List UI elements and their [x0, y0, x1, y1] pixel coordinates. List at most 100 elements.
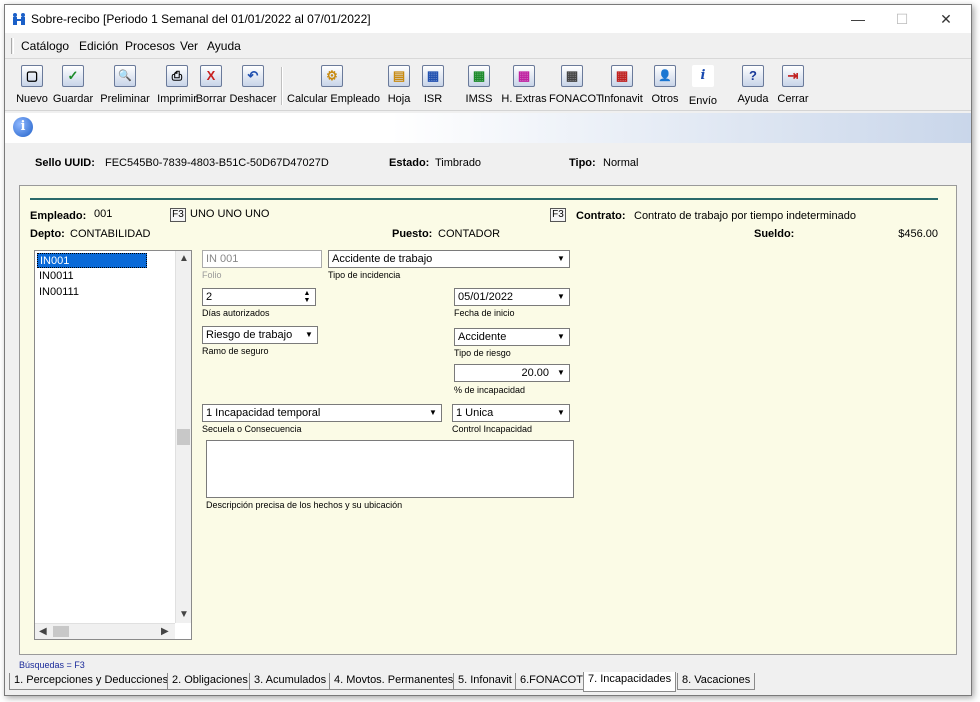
- scroll-right-icon[interactable]: ▶: [161, 626, 169, 637]
- otros-label: Otros: [651, 93, 679, 105]
- incapacidades-list[interactable]: IN001 IN0011 IN00111 ▲ ▼ ◀ ▶: [34, 250, 192, 640]
- tab-fonacot[interactable]: 6.FONACOT: [515, 673, 588, 690]
- menu-grip: [11, 38, 14, 54]
- chevron-down-icon[interactable]: ▼: [554, 366, 568, 380]
- menu-edicion[interactable]: Edición: [79, 39, 118, 53]
- tipo-incidencia-value: Accidente de trabajo: [332, 253, 433, 265]
- borrar-button[interactable]: X Borrar: [193, 63, 229, 109]
- menu-catalogo[interactable]: Catálogo: [21, 39, 69, 53]
- empleado-code[interactable]: 001: [94, 208, 112, 220]
- empleado-search-f3[interactable]: F3: [170, 208, 186, 222]
- tab-vacaciones[interactable]: 8. Vacaciones: [677, 673, 756, 690]
- scroll-down-icon[interactable]: ▼: [179, 609, 189, 620]
- toolbar: ▢ Nuevo ✓ Guardar 🔍 Preliminar ⎙ Imprimi…: [5, 61, 971, 111]
- stepper-updown-icon[interactable]: ▲ ▼: [300, 290, 314, 304]
- folio-field: IN 001: [202, 250, 322, 268]
- control-incapacidad-select[interactable]: 1 Unica ▼: [452, 404, 570, 422]
- sheet-icon: ▤: [388, 65, 410, 87]
- tab-infonavit[interactable]: 5. Infonavit: [453, 673, 517, 690]
- control-incapacidad-label: Control Incapacidad: [452, 424, 533, 434]
- incapacidad-value: 20.00: [521, 367, 549, 379]
- nuevo-label: Nuevo: [16, 93, 48, 105]
- chevron-down-icon[interactable]: ▼: [554, 290, 568, 304]
- tipo-incidencia-select[interactable]: Accidente de trabajo ▼: [328, 250, 570, 268]
- tipo-incidencia-label: Tipo de incidencia: [328, 270, 401, 280]
- minimize-button[interactable]: —: [843, 9, 873, 29]
- preview-icon: 🔍: [114, 65, 136, 87]
- isr-button[interactable]: ▦ ISR: [419, 63, 447, 109]
- calcular-empleado-label: Calcular Empleado: [287, 93, 380, 105]
- menu-procesos[interactable]: Procesos: [125, 39, 175, 53]
- list-item[interactable]: IN0011: [37, 269, 147, 284]
- control-value: 1 Unica: [456, 407, 494, 419]
- header-divider: [30, 198, 938, 200]
- infonavit-button[interactable]: ▦ Infonavit: [599, 63, 645, 109]
- envio-button[interactable]: i Envío: [687, 63, 719, 109]
- infonavit-label: Infonavit: [601, 93, 643, 105]
- close-button[interactable]: ✕: [931, 9, 961, 29]
- contrato-search-f3[interactable]: F3: [550, 208, 566, 222]
- empleado-label: Empleado:: [30, 210, 87, 222]
- infonavit-icon: ▦: [611, 65, 633, 87]
- dias-autorizados-stepper[interactable]: 2 ▲ ▼: [202, 288, 316, 306]
- info-bar: i: [5, 113, 971, 143]
- envio-label: Envío: [688, 95, 718, 107]
- deshacer-button[interactable]: ↶ Deshacer: [229, 63, 277, 109]
- hoja-button[interactable]: ▤ Hoja: [385, 63, 413, 109]
- preliminar-button[interactable]: 🔍 Preliminar: [99, 63, 151, 109]
- descripcion-textarea[interactable]: [206, 440, 574, 498]
- fecha-inicio-picker[interactable]: 05/01/2022 ▼: [454, 288, 570, 306]
- fonacot-button[interactable]: ▦ FONACOT: [549, 63, 603, 109]
- chevron-down-icon[interactable]: ▼: [302, 328, 316, 342]
- puesto-value: CONTADOR: [438, 228, 501, 240]
- secuela-select[interactable]: 1 Incapacidad temporal ▼: [202, 404, 442, 422]
- calcular-empleado-button[interactable]: ⚙ Calcular Empleado: [287, 63, 380, 109]
- menu-ayuda[interactable]: Ayuda: [207, 39, 241, 53]
- tab-movtos-permanentes[interactable]: 4. Movtos. Permanentes: [329, 673, 459, 690]
- porcentaje-incapacidad-label: % de incapacidad: [454, 385, 526, 395]
- guardar-label: Guardar: [52, 93, 94, 105]
- porcentaje-incapacidad-field[interactable]: 20.00 ▼: [454, 364, 570, 382]
- h-extras-label: H. Extras: [501, 93, 547, 105]
- chevron-down-icon[interactable]: ▼: [554, 406, 568, 420]
- contrato-value: Contrato de trabajo por tiempo indetermi…: [634, 210, 856, 222]
- h-extras-button[interactable]: ▦ H. Extras: [501, 63, 547, 109]
- tipo-riesgo-select[interactable]: Accidente ▼: [454, 328, 570, 346]
- tab-acumulados[interactable]: 3. Acumulados: [249, 673, 332, 690]
- tab-percepciones[interactable]: 1. Percepciones y Deducciones: [9, 673, 174, 690]
- hoja-label: Hoja: [387, 93, 411, 105]
- tab-obligaciones[interactable]: 2. Obligaciones: [167, 673, 253, 690]
- scroll-up-icon[interactable]: ▲: [179, 253, 189, 264]
- tab-incapacidades[interactable]: 7. Incapacidades: [583, 672, 677, 692]
- imss-button[interactable]: ▦ IMSS: [463, 63, 495, 109]
- ramo-seguro-select[interactable]: Riesgo de trabajo ▼: [202, 326, 318, 344]
- secuela-value: 1 Incapacidad temporal: [206, 407, 321, 419]
- deshacer-label: Deshacer: [229, 93, 277, 105]
- menu-ver[interactable]: Ver: [180, 39, 198, 53]
- list-item[interactable]: IN001: [37, 253, 147, 268]
- isr-icon: ▦: [422, 65, 444, 87]
- list-horizontal-scrollbar[interactable]: ◀ ▶: [35, 623, 175, 639]
- sueldo-label: Sueldo:: [754, 228, 795, 240]
- guardar-button[interactable]: ✓ Guardar: [51, 63, 95, 109]
- ayuda-button[interactable]: ? Ayuda: [735, 63, 771, 109]
- cerrar-button[interactable]: ⇥ Cerrar: [775, 63, 811, 109]
- cerrar-label: Cerrar: [777, 93, 809, 105]
- incapacidades-panel: Empleado: 001 F3 UNO UNO UNO F3 Contrato…: [19, 185, 957, 655]
- chevron-down-icon[interactable]: ▼: [554, 330, 568, 344]
- scroll-thumb[interactable]: [177, 429, 190, 445]
- nuevo-button[interactable]: ▢ Nuevo: [15, 63, 49, 109]
- tab-strip: 1. Percepciones y Deducciones 2. Obligac…: [5, 671, 971, 695]
- list-vertical-scrollbar[interactable]: ▲ ▼: [175, 251, 191, 623]
- chevron-down-icon[interactable]: ▼: [426, 406, 440, 420]
- uuid-value: FEC545B0-7839-4803-B51C-50D67D47027D: [105, 157, 329, 169]
- list-item[interactable]: IN00111: [37, 285, 147, 300]
- otros-button[interactable]: 👤 Otros: [649, 63, 681, 109]
- sobre-recibo-window: Sobre-recibo [Periodo 1 Semanal del 01/0…: [4, 4, 972, 696]
- chevron-down-icon[interactable]: ▼: [554, 252, 568, 266]
- hscroll-thumb[interactable]: [53, 626, 69, 637]
- sueldo-value: $456.00: [898, 228, 938, 240]
- others-icon: 👤: [654, 65, 676, 87]
- scroll-left-icon[interactable]: ◀: [39, 626, 47, 637]
- maximize-button[interactable]: ☐: [887, 9, 917, 29]
